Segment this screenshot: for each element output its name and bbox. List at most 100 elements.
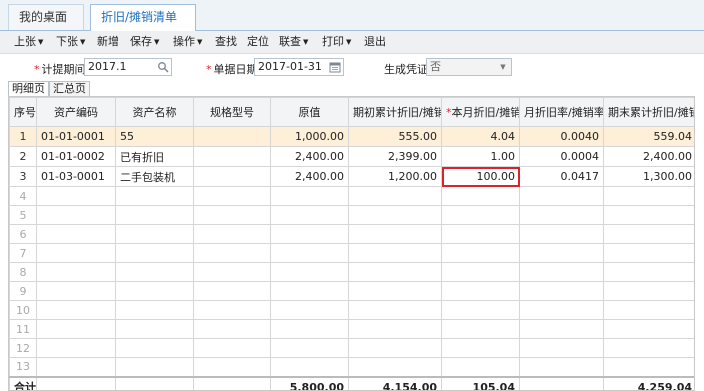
cell-empty[interactable] <box>348 224 442 244</box>
cell-empty[interactable] <box>519 186 604 206</box>
print-button[interactable]: 打印 ▼ <box>322 31 351 53</box>
cell-empty[interactable] <box>36 319 116 339</box>
table-row-empty[interactable]: 11 <box>9 319 694 339</box>
col-header-name[interactable]: 资产名称 <box>115 97 194 127</box>
table-row[interactable]: 3 01-03-0001 二手包装机 2,400.00 1,200.00 100… <box>9 166 694 187</box>
cell-empty[interactable] <box>348 338 442 358</box>
cell-empty[interactable] <box>348 243 442 263</box>
cell-spec[interactable] <box>193 146 271 167</box>
cell-empty[interactable] <box>270 243 349 263</box>
cell-rate[interactable]: 0.0040 <box>519 126 604 147</box>
cell-empty[interactable] <box>193 262 271 282</box>
cell-spec[interactable] <box>193 126 271 147</box>
cell-name[interactable]: 55 <box>115 126 194 147</box>
cell-empty[interactable] <box>603 243 694 263</box>
col-header-ending[interactable]: 期末累计折旧/摊销 <box>603 97 694 127</box>
cell-empty[interactable] <box>193 243 271 263</box>
cell-empty[interactable] <box>603 224 694 244</box>
voucher-select[interactable]: 否 ▼ <box>426 58 512 76</box>
cell-empty[interactable] <box>36 186 116 206</box>
col-header-original[interactable]: 原值 <box>270 97 349 127</box>
cell-empty[interactable] <box>115 205 194 225</box>
cell-empty[interactable] <box>348 262 442 282</box>
cell-empty[interactable] <box>193 281 271 301</box>
table-row-empty[interactable]: 4 <box>9 186 694 206</box>
cell-empty[interactable] <box>519 262 604 282</box>
cell-code[interactable]: 01-03-0001 <box>36 166 116 187</box>
cell-ending[interactable]: 1,300.00 <box>603 166 694 187</box>
col-header-rate[interactable]: 月折旧率/摊销率 <box>519 97 604 127</box>
cell-empty[interactable] <box>441 319 520 339</box>
cell-empty[interactable] <box>36 300 116 320</box>
chevron-down-icon[interactable]: ▼ <box>497 61 509 73</box>
col-header-code[interactable]: 资产编码 <box>36 97 116 127</box>
cell-empty[interactable] <box>519 243 604 263</box>
cell-name[interactable]: 二手包装机 <box>115 166 194 187</box>
cell-empty[interactable] <box>193 205 271 225</box>
cell-empty[interactable] <box>193 224 271 244</box>
table-row-empty[interactable]: 5 <box>9 205 694 225</box>
prev-button[interactable]: 上张 ▼ <box>14 31 43 53</box>
cell-empty[interactable] <box>348 281 442 301</box>
cell-empty[interactable] <box>115 357 194 377</box>
cell-empty[interactable] <box>603 319 694 339</box>
cell-code[interactable]: 01-01-0001 <box>36 126 116 147</box>
cell-empty[interactable] <box>441 243 520 263</box>
cell-empty[interactable] <box>115 243 194 263</box>
cell-empty[interactable] <box>193 357 271 377</box>
cell-original[interactable]: 2,400.00 <box>270 146 349 167</box>
tab-detail[interactable]: 明细页 <box>8 81 49 96</box>
cell-empty[interactable] <box>193 338 271 358</box>
cell-empty[interactable] <box>270 357 349 377</box>
cell-original[interactable]: 1,000.00 <box>270 126 349 147</box>
cell-empty[interactable] <box>348 319 442 339</box>
tab-desktop[interactable]: 我的桌面 <box>8 4 84 30</box>
cell-empty[interactable] <box>603 186 694 206</box>
cell-empty[interactable] <box>441 186 520 206</box>
table-row-empty[interactable]: 10 <box>9 300 694 320</box>
cell-empty[interactable] <box>519 300 604 320</box>
cell-empty[interactable] <box>441 281 520 301</box>
table-row-empty[interactable]: 12 <box>9 338 694 358</box>
table-row-empty[interactable]: 7 <box>9 243 694 263</box>
cell-empty[interactable] <box>348 205 442 225</box>
cell-empty[interactable] <box>270 224 349 244</box>
cell-empty[interactable] <box>519 281 604 301</box>
search-icon[interactable] <box>157 61 169 73</box>
table-row[interactable]: 1 01-01-0001 55 1,000.00 555.00 4.04 0.0… <box>9 126 694 147</box>
cell-ending[interactable]: 559.04 <box>603 126 694 147</box>
cell-empty[interactable] <box>193 186 271 206</box>
cell-empty[interactable] <box>115 319 194 339</box>
cell-empty[interactable] <box>441 224 520 244</box>
cell-rate[interactable]: 0.0004 <box>519 146 604 167</box>
cell-empty[interactable] <box>36 243 116 263</box>
period-field[interactable]: 2017.1 <box>84 58 172 76</box>
cell-original[interactable]: 2,400.00 <box>270 166 349 187</box>
cell-spec[interactable] <box>193 166 271 187</box>
cell-opening[interactable]: 1,200.00 <box>348 166 442 187</box>
cell-empty[interactable] <box>348 186 442 206</box>
col-header-opening[interactable]: 期初累计折旧/摊销 <box>348 97 442 127</box>
cell-opening[interactable]: 555.00 <box>348 126 442 147</box>
cell-month[interactable]: 4.04 <box>441 126 520 147</box>
col-header-spec[interactable]: 规格型号 <box>193 97 271 127</box>
find-button[interactable]: 查找 <box>215 31 237 53</box>
cell-empty[interactable] <box>603 357 694 377</box>
cell-empty[interactable] <box>441 205 520 225</box>
cell-empty[interactable] <box>603 262 694 282</box>
cell-empty[interactable] <box>193 300 271 320</box>
table-row-empty[interactable]: 8 <box>9 262 694 282</box>
tab-summary[interactable]: 汇总页 <box>49 81 90 96</box>
cell-empty[interactable] <box>270 262 349 282</box>
col-header-index[interactable]: 序号 <box>9 97 37 127</box>
cell-empty[interactable] <box>36 224 116 244</box>
cell-month-editing[interactable]: 100.00 <box>441 166 520 187</box>
cell-empty[interactable] <box>441 338 520 358</box>
table-row-empty[interactable]: 13 <box>9 357 694 377</box>
cell-empty[interactable] <box>270 186 349 206</box>
operations-button[interactable]: 操作 ▼ <box>173 31 202 53</box>
cell-empty[interactable] <box>270 319 349 339</box>
cell-empty[interactable] <box>36 281 116 301</box>
locate-button[interactable]: 定位 <box>247 31 269 53</box>
cell-empty[interactable] <box>603 205 694 225</box>
